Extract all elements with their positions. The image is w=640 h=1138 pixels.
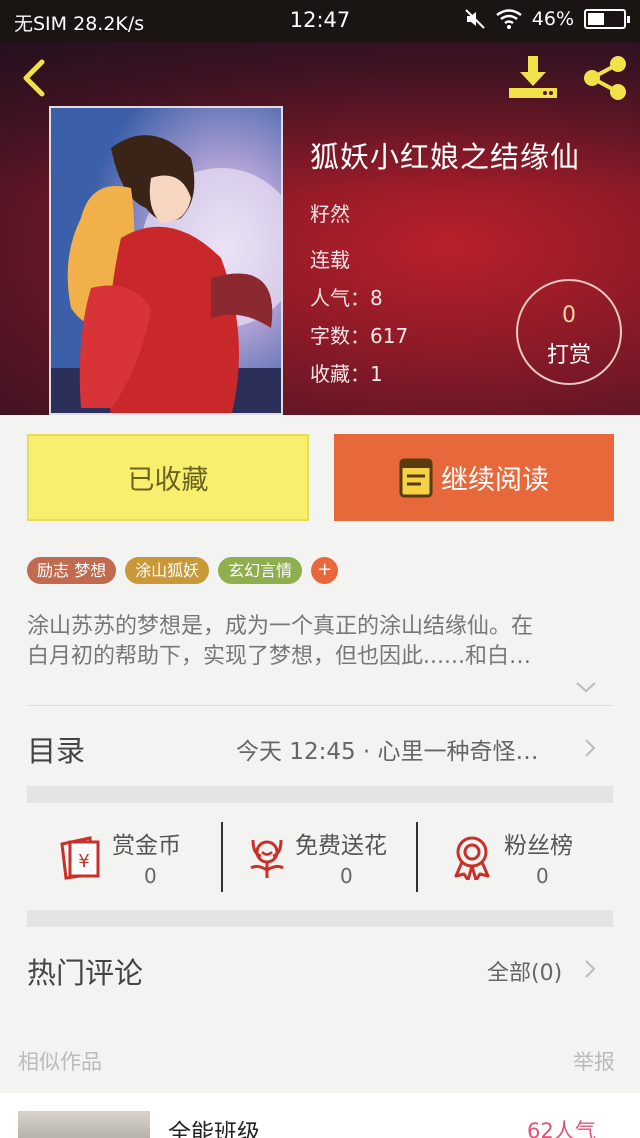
red-envelope-yen-icon: ¥ bbox=[60, 836, 100, 880]
book-status: 连载 bbox=[310, 248, 350, 272]
divider bbox=[27, 705, 613, 706]
stat-fans[interactable]: 粉丝榜 0 bbox=[450, 826, 620, 892]
continue-reading-button[interactable]: 继续阅读 bbox=[334, 434, 614, 521]
latest-chapter[interactable]: 今天 12:45 · 心里一种奇怪… bbox=[236, 732, 539, 766]
list-item[interactable]: 全能班级 62人气 bbox=[0, 1093, 640, 1138]
hot-comments-label: 热门评论 bbox=[27, 956, 144, 990]
book-title: 狐妖小红娘之结缘仙 bbox=[310, 140, 581, 174]
tag-list: 励志 梦想 涂山狐妖 玄幻言情 + bbox=[27, 557, 339, 584]
tag-item[interactable]: 励志 梦想 bbox=[27, 557, 117, 584]
stat-value: 0 bbox=[536, 864, 549, 888]
report-link[interactable]: 举报 bbox=[573, 1046, 615, 1076]
collected-button[interactable]: 已收藏 bbox=[27, 434, 309, 521]
stat-separator bbox=[416, 822, 418, 892]
stat-coins[interactable]: ¥ 赏金币 0 bbox=[56, 826, 216, 892]
collected-label: 已收藏 bbox=[127, 465, 209, 496]
flower-icon bbox=[250, 839, 284, 878]
stat-flowers[interactable]: 免费送花 0 bbox=[243, 826, 413, 892]
book-icon bbox=[399, 458, 433, 497]
status-bar: 无SIM 28.2K/s 12:47 46% bbox=[0, 0, 640, 42]
section-gap bbox=[27, 786, 613, 803]
download-icon[interactable] bbox=[506, 54, 560, 102]
chevron-right-icon[interactable] bbox=[583, 737, 597, 759]
book-popularity: 人气：8 bbox=[310, 286, 383, 310]
book-cover-image bbox=[49, 106, 283, 415]
chevron-right-icon[interactable] bbox=[583, 958, 597, 980]
stat-value: 0 bbox=[340, 864, 353, 888]
similar-cover-image bbox=[18, 1111, 150, 1138]
back-icon[interactable] bbox=[14, 56, 54, 100]
mute-icon bbox=[465, 9, 485, 29]
reward-count: 0 bbox=[562, 303, 576, 328]
stat-value: 0 bbox=[144, 864, 157, 888]
section-gap bbox=[27, 910, 613, 927]
stat-separator bbox=[221, 822, 223, 892]
description-line: 白月初的帮助下，实现了梦想，但也因此......和白… bbox=[27, 644, 531, 669]
similar-works-label: 相似作品 bbox=[18, 1050, 102, 1074]
reward-label: 打赏 bbox=[546, 343, 591, 368]
book-header: 狐妖小红娘之结缘仙 籽然 连载 人气：8 字数：617 收藏：1 0 打赏 bbox=[0, 42, 640, 415]
stat-label: 赏金币 bbox=[112, 833, 181, 859]
similar-popularity: 62人气 bbox=[527, 1119, 596, 1138]
tag-item[interactable]: 涂山狐妖 bbox=[125, 557, 210, 584]
status-right: 46% bbox=[464, 8, 630, 30]
book-word-count: 字数：617 bbox=[310, 324, 409, 348]
all-comments-link[interactable]: 全部(0) bbox=[487, 955, 562, 987]
battery-icon bbox=[584, 9, 630, 29]
svg-text:¥: ¥ bbox=[78, 851, 89, 872]
wifi-icon bbox=[496, 9, 522, 29]
stat-label: 免费送花 bbox=[295, 833, 387, 859]
description-line: 涂山苏苏的梦想是，成为一个真正的涂山结缘仙。在 bbox=[27, 614, 534, 639]
catalog-label[interactable]: 目录 bbox=[27, 728, 85, 770]
similar-title: 全能班级 bbox=[168, 1120, 260, 1138]
ribbon-medal-icon bbox=[454, 836, 490, 880]
tag-item[interactable]: 玄幻言情 bbox=[218, 557, 303, 584]
add-tag-button[interactable]: + bbox=[311, 557, 339, 584]
share-icon[interactable] bbox=[580, 54, 630, 102]
book-author[interactable]: 籽然 bbox=[310, 198, 350, 227]
chevron-down-icon[interactable] bbox=[574, 678, 598, 696]
stat-label: 粉丝榜 bbox=[504, 833, 573, 859]
book-favorites: 收藏：1 bbox=[310, 362, 383, 386]
reward-button[interactable]: 0 打赏 bbox=[516, 279, 622, 385]
book-description[interactable]: 涂山苏苏的梦想是，成为一个真正的涂山结缘仙。在 白月初的帮助下，实现了梦想，但也… bbox=[27, 612, 613, 672]
battery-percent: 46% bbox=[531, 8, 574, 30]
continue-label: 继续阅读 bbox=[441, 465, 549, 496]
